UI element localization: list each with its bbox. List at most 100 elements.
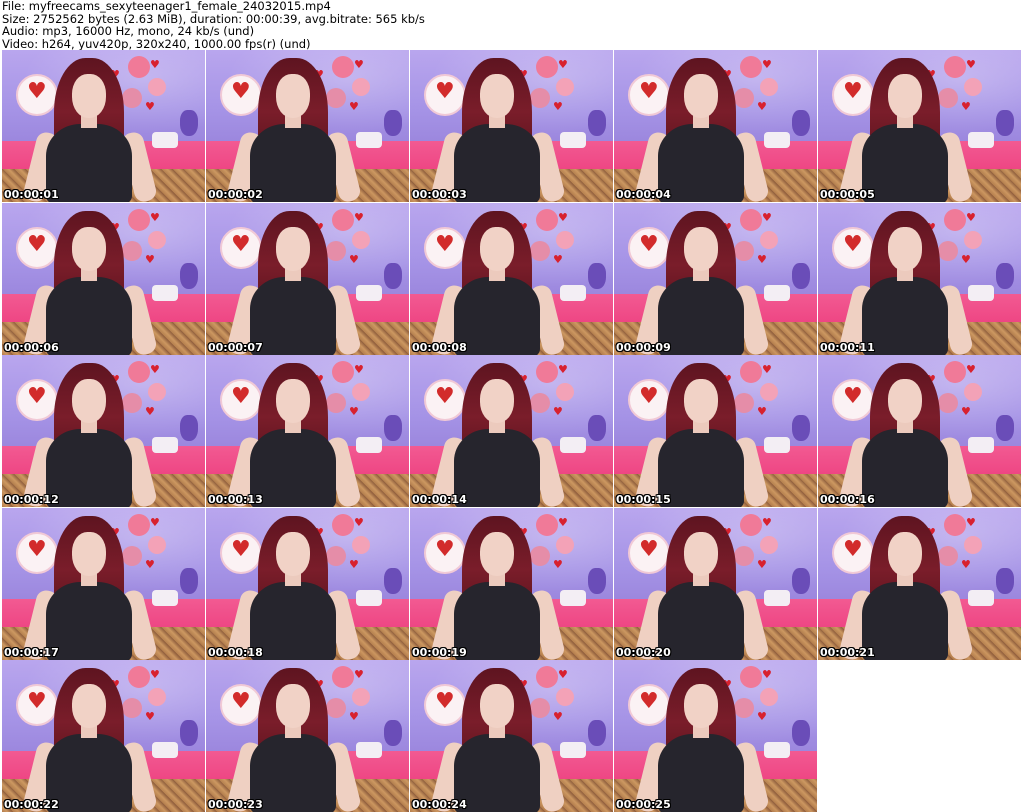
heart-icon: ♥ [349, 253, 359, 266]
wall-decoration [148, 231, 166, 249]
person-face [276, 379, 310, 423]
heart-icon: ♥ [961, 100, 971, 113]
pillow [968, 285, 994, 301]
wall-decoration [556, 536, 574, 554]
pillow [560, 742, 586, 758]
wall-decoration [760, 78, 778, 96]
heart-plate-icon [628, 684, 670, 726]
heart-icon: ♥ [558, 211, 568, 224]
wall-decoration [734, 393, 754, 413]
pillow [152, 132, 178, 148]
pillow [560, 590, 586, 606]
heart-icon: ♥ [553, 100, 563, 113]
wall-decoration [740, 209, 762, 231]
video-frame-thumbnail: ♥ ♥ ♥ 00:00:15 [614, 355, 817, 507]
pillow [152, 285, 178, 301]
wall-decoration [128, 514, 150, 536]
wall-decoration [530, 546, 550, 566]
video-frame-thumbnail: ♥ ♥ ♥ 00:00:02 [206, 50, 409, 202]
frame-timestamp: 00:00:21 [820, 646, 875, 659]
heart-icon: ♥ [966, 58, 976, 71]
frame-timestamp: 00:00:12 [4, 493, 59, 506]
heart-icon: ♥ [558, 363, 568, 376]
heart-plate-icon [832, 532, 874, 574]
pillow [356, 285, 382, 301]
wall-decoration [536, 209, 558, 231]
vase [384, 415, 402, 441]
wall-decoration [734, 546, 754, 566]
wall-decoration [122, 698, 142, 718]
video-frame-thumbnail: ♥ ♥ ♥ 00:00:04 [614, 50, 817, 202]
video-frame-thumbnail: ♥ ♥ ♥ 00:00:19 [410, 508, 613, 660]
heart-icon: ♥ [966, 211, 976, 224]
heart-icon: ♥ [762, 211, 772, 224]
heart-icon: ♥ [757, 405, 767, 418]
frame-timestamp: 00:00:22 [4, 798, 59, 811]
frame-timestamp: 00:00:08 [412, 341, 467, 354]
wall-decoration [148, 383, 166, 401]
wall-decoration [352, 231, 370, 249]
person-face [72, 379, 106, 423]
wall-decoration [122, 393, 142, 413]
wall-decoration [740, 514, 762, 536]
wall-decoration [740, 666, 762, 688]
wall-decoration [536, 56, 558, 78]
heart-icon: ♥ [961, 405, 971, 418]
person-face [72, 684, 106, 728]
vase [384, 568, 402, 594]
video-frame-thumbnail: ♥ ♥ ♥ 00:00:18 [206, 508, 409, 660]
pillow [764, 742, 790, 758]
wall-decoration [128, 666, 150, 688]
heart-icon: ♥ [150, 211, 160, 224]
wall-decoration [938, 88, 958, 108]
heart-icon: ♥ [354, 668, 364, 681]
wall-decoration [938, 241, 958, 261]
person-face [684, 532, 718, 576]
wall-decoration [740, 56, 762, 78]
wall-decoration [128, 56, 150, 78]
wall-decoration [944, 56, 966, 78]
wall-decoration [530, 393, 550, 413]
wall-decoration [352, 78, 370, 96]
heart-plate-icon [424, 532, 466, 574]
heart-icon: ♥ [150, 58, 160, 71]
frame-timestamp: 00:00:19 [412, 646, 467, 659]
video-frame-thumbnail: ♥ ♥ ♥ 00:00:05 [818, 50, 1021, 202]
heart-icon: ♥ [961, 253, 971, 266]
pillow [356, 132, 382, 148]
vase [588, 720, 606, 746]
person-face [684, 379, 718, 423]
frame-timestamp: 00:00:09 [616, 341, 671, 354]
heart-plate-icon [628, 379, 670, 421]
wall-decoration [760, 231, 778, 249]
wall-decoration [148, 688, 166, 706]
wall-decoration [938, 393, 958, 413]
frame-timestamp: 00:00:15 [616, 493, 671, 506]
wall-decoration [326, 88, 346, 108]
pillow [356, 590, 382, 606]
vase [792, 263, 810, 289]
video-frame-thumbnail: ♥ ♥ ♥ 00:00:14 [410, 355, 613, 507]
vase [180, 568, 198, 594]
wall-decoration [352, 536, 370, 554]
wall-decoration [332, 666, 354, 688]
person-face [888, 227, 922, 271]
heart-icon: ♥ [354, 211, 364, 224]
thumbnail-grid: ♥ ♥ ♥ 00:00:01 ♥ ♥ ♥ 00:00:02 ♥ ♥ ♥ 00:00:03 ♥ ♥ ♥ 00:0… [0, 0, 1024, 812]
wall-decoration [122, 88, 142, 108]
video-frame-thumbnail: ♥ ♥ ♥ 00:00:08 [410, 203, 613, 355]
wall-decoration [740, 361, 762, 383]
wall-decoration [734, 698, 754, 718]
pillow [764, 285, 790, 301]
video-frame-thumbnail: ♥ ♥ ♥ 00:00:09 [614, 203, 817, 355]
frame-timestamp: 00:00:20 [616, 646, 671, 659]
person-face [480, 74, 514, 118]
pillow [764, 437, 790, 453]
pillow [560, 285, 586, 301]
pillow [152, 590, 178, 606]
wall-decoration [148, 536, 166, 554]
person-face [480, 684, 514, 728]
wall-decoration [536, 514, 558, 536]
heart-icon: ♥ [150, 516, 160, 529]
vase [180, 263, 198, 289]
